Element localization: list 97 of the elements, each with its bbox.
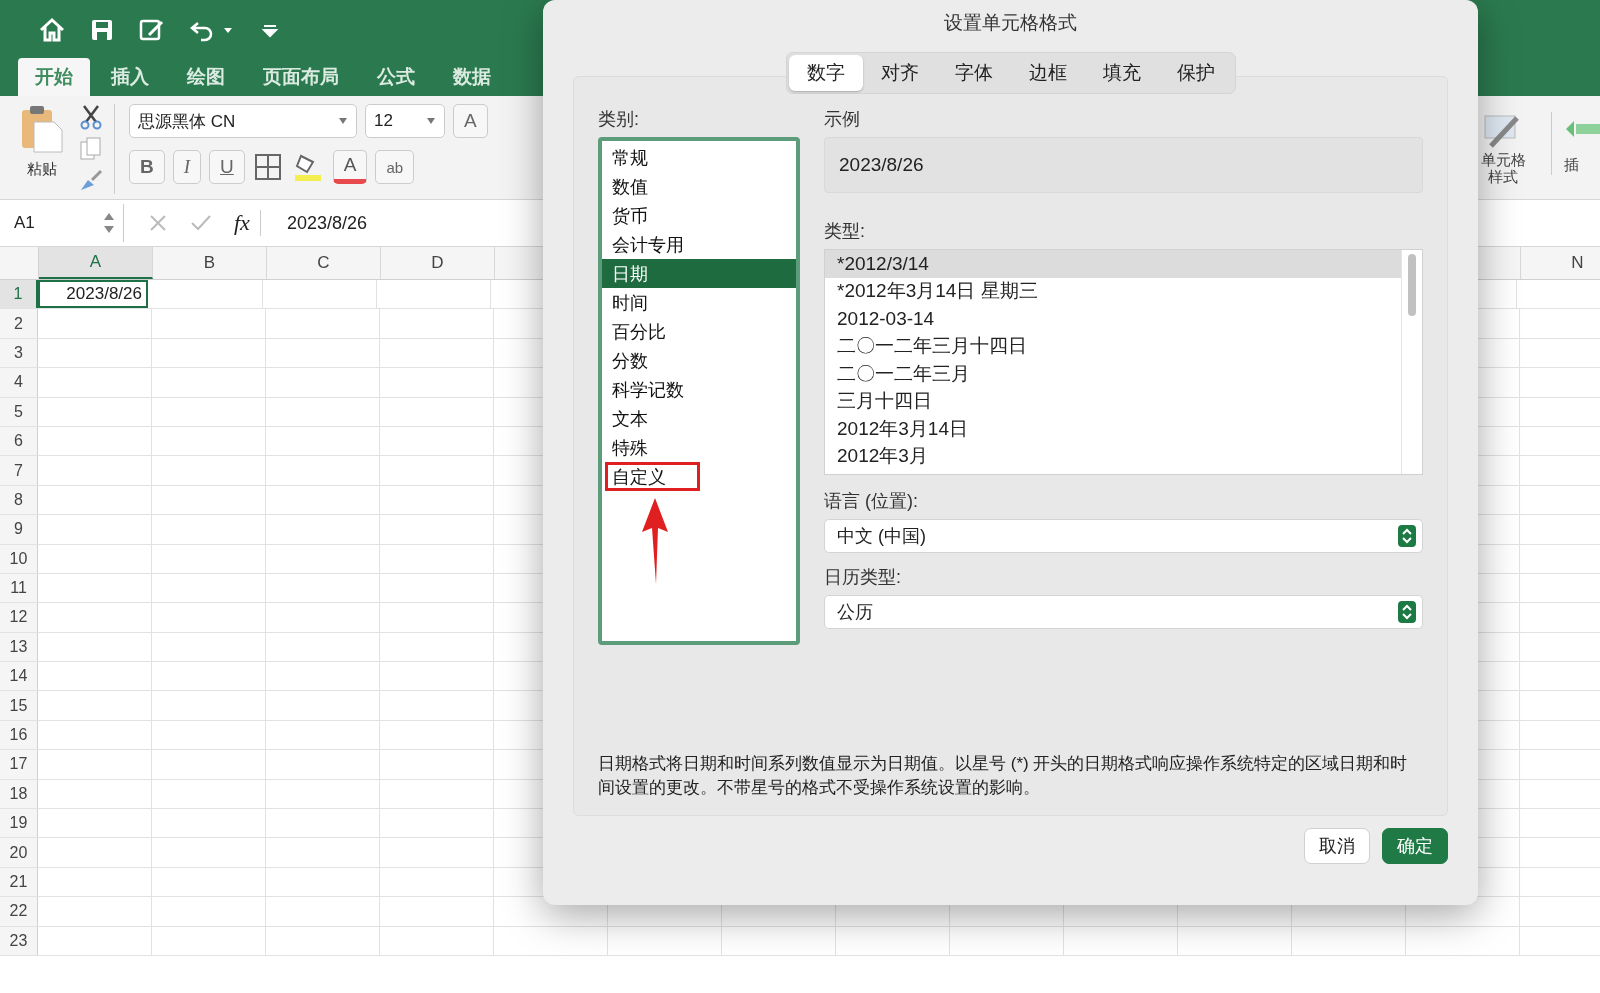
description-text: 日期格式将日期和时间系列数值显示为日期值。以星号 (*) 开头的日期格式响应操作系统特定的区域日期和时间设置的更改。不带星号的格式不受操作系统设置的影响。 [598, 752, 1409, 800]
row-header[interactable]: 17 [0, 750, 38, 779]
calendar-type-label: 日历类型: [824, 566, 902, 589]
row-header[interactable]: 21 [0, 867, 38, 897]
language-label: 语言 (位置): [824, 490, 919, 513]
column-header[interactable]: B [153, 247, 267, 279]
category-item[interactable]: 科学记数 [602, 375, 796, 404]
type-item[interactable]: 二〇一二年三月 [825, 360, 1401, 388]
font-name-field[interactable]: 思源黑体 CN [129, 104, 357, 138]
ribbon-tab[interactable]: 数据 [436, 58, 508, 96]
wrap-text-button[interactable]: ab [375, 150, 415, 184]
ribbon-tab[interactable]: 绘图 [170, 58, 242, 96]
row-header[interactable]: 13 [0, 632, 38, 662]
category-item[interactable]: 日期 [602, 259, 796, 288]
row-header[interactable]: 16 [0, 720, 38, 750]
type-item[interactable]: *2012年3月14日 星期三 [825, 277, 1401, 305]
ribbon-tab[interactable]: 开始 [18, 58, 90, 96]
bold-button[interactable]: B [129, 150, 165, 184]
caret-icon[interactable] [338, 117, 348, 125]
insert-label[interactable]: 插 [1564, 156, 1579, 175]
type-item[interactable]: *2012/3/14 [825, 250, 1401, 278]
underline-button[interactable]: U [209, 150, 245, 184]
category-item[interactable]: 文本 [602, 404, 796, 433]
font-color-button[interactable]: A [332, 150, 368, 184]
active-cell[interactable]: 2023/8/26 [38, 280, 148, 309]
cancel-button[interactable]: 取消 [1304, 828, 1370, 864]
category-item[interactable]: 百分比 [602, 317, 796, 346]
category-item[interactable]: 分数 [602, 346, 796, 375]
dialog-tab[interactable]: 填充 [1084, 55, 1159, 91]
cell-styles-label[interactable]: 单元格样式 [1480, 152, 1526, 185]
row-header[interactable]: 8 [0, 485, 38, 515]
row-header[interactable]: 10 [0, 544, 38, 573]
ribbon-tab[interactable]: 插入 [94, 58, 166, 96]
row-header[interactable]: 18 [0, 779, 38, 809]
row-header[interactable]: 19 [0, 809, 38, 838]
home-icon[interactable] [38, 16, 66, 44]
category-item[interactable]: 货币 [602, 201, 796, 230]
italic-button[interactable]: I [172, 150, 202, 184]
dialog-tab[interactable]: 数字 [788, 55, 863, 91]
category-item[interactable]: 常规 [602, 143, 796, 172]
category-item[interactable]: 时间 [602, 288, 796, 317]
scissors-icon[interactable] [78, 104, 104, 130]
clipboard-icon[interactable] [20, 104, 64, 154]
column-header[interactable]: D [381, 247, 495, 279]
row-header[interactable]: 14 [0, 662, 38, 691]
dialog-tab[interactable]: 边框 [1010, 55, 1085, 91]
checkmark-icon[interactable] [190, 213, 212, 233]
row-header[interactable]: 2 [0, 309, 38, 338]
type-item[interactable]: 2012年3月14日 [825, 415, 1401, 443]
column-header[interactable]: A [39, 247, 153, 279]
row-header[interactable]: 23 [0, 926, 38, 955]
dialog-title: 设置单元格格式 [943, 11, 1078, 35]
row-header[interactable]: 4 [0, 368, 38, 397]
row-header[interactable]: 7 [0, 456, 38, 485]
category-item[interactable]: 特殊 [602, 433, 796, 462]
row-header[interactable]: 6 [0, 426, 38, 456]
language-select[interactable]: 中文 (中国) [824, 519, 1423, 553]
paste-label[interactable]: 粘贴 [27, 160, 57, 179]
formula-content[interactable]: 2023/8/26 [276, 212, 367, 234]
dialog-tab[interactable]: 保护 [1158, 55, 1233, 91]
grow-font-button[interactable]: A [453, 104, 488, 138]
sample-preview: 2023/8/26 [824, 137, 1423, 193]
row-header[interactable]: 5 [0, 397, 38, 426]
caret-icon[interactable] [426, 117, 436, 125]
row-header[interactable]: 20 [0, 838, 38, 867]
column-header[interactable]: C [267, 247, 381, 279]
column-header[interactable]: N [1521, 247, 1600, 279]
ribbon-tab[interactable]: 页面布局 [246, 58, 356, 96]
row-header[interactable]: 1 [0, 280, 38, 309]
category-item[interactable]: 会计专用 [602, 230, 796, 259]
category-item[interactable]: 数值 [602, 172, 796, 201]
font-size-field[interactable]: 12 [365, 104, 445, 138]
ribbon-tab[interactable]: 公式 [360, 58, 432, 96]
row-header[interactable]: 11 [0, 573, 38, 603]
calendar-type-select[interactable]: 公历 [824, 595, 1423, 629]
type-label: 类型: [824, 220, 866, 243]
dialog-tab[interactable]: 对齐 [862, 55, 937, 91]
type-item[interactable]: 2012年3月 [825, 442, 1401, 470]
scrollbar-thumb[interactable] [1408, 254, 1416, 316]
type-item[interactable]: 2012-03-14 [825, 305, 1401, 333]
sample-label: 示例 [824, 108, 861, 131]
stepper-icon[interactable] [1398, 525, 1416, 547]
stepper-icon[interactable] [1398, 601, 1416, 623]
row-header[interactable]: 15 [0, 691, 38, 720]
type-item[interactable]: 三月十四日 [825, 387, 1401, 415]
row-header[interactable]: 12 [0, 603, 38, 632]
type-item[interactable]: 二〇一二年三月十四日 [825, 332, 1401, 360]
dialog-tab[interactable]: 字体 [936, 55, 1011, 91]
insert-function-button[interactable]: fx [234, 210, 261, 236]
row-header[interactable]: 22 [0, 897, 38, 926]
borders-icon[interactable] [252, 152, 283, 182]
row-header[interactable]: 9 [0, 515, 38, 544]
category-label: 类别: [598, 108, 640, 131]
ok-button[interactable]: 确定 [1382, 828, 1448, 864]
name-box[interactable]: A1 [0, 204, 124, 242]
category-item[interactable]: 自定义 [605, 462, 700, 491]
row-header[interactable]: 3 [0, 338, 38, 368]
